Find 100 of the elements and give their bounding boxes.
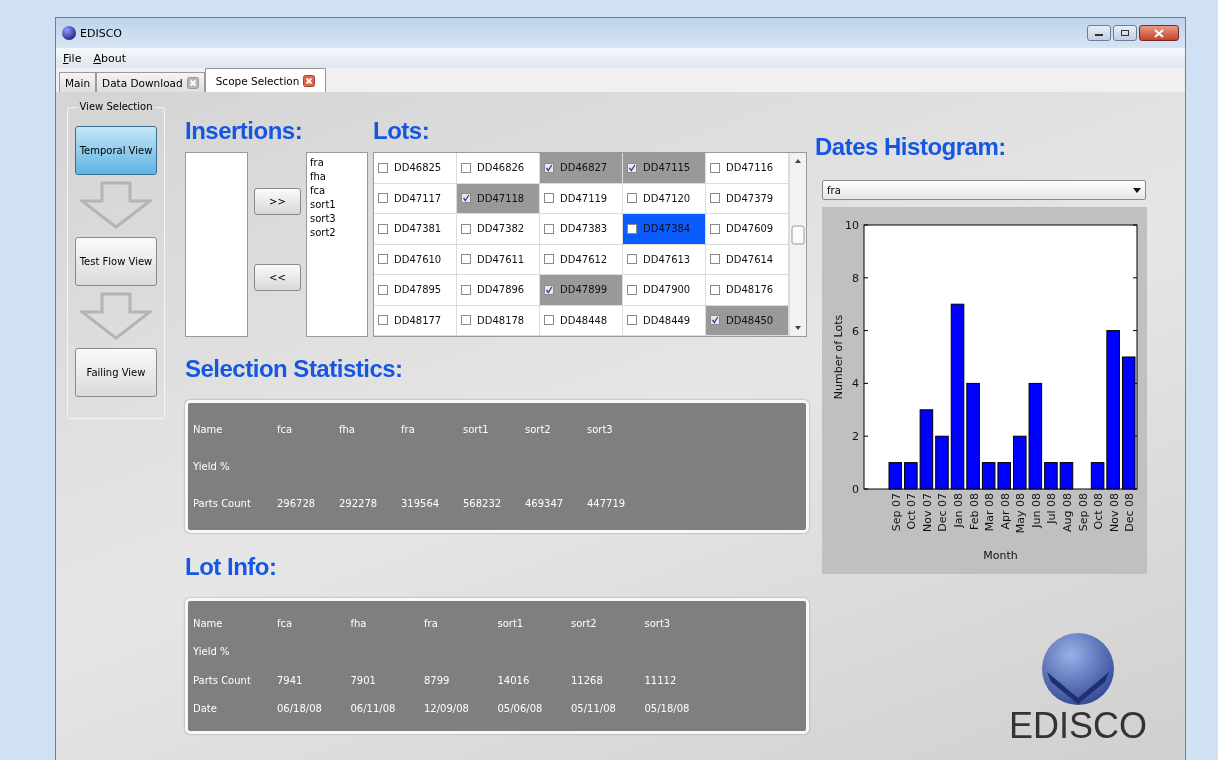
tab[interactable]: Data Download xyxy=(96,72,205,92)
lot-cell[interactable]: DD47899 xyxy=(540,275,623,306)
lot-cell[interactable]: DD48450 xyxy=(706,305,789,336)
tab[interactable]: Main xyxy=(59,72,97,92)
table-cell-text: fha xyxy=(339,424,356,435)
checkbox[interactable] xyxy=(461,284,471,295)
minimize-button[interactable] xyxy=(1087,25,1111,41)
table-cell-text: 7941 xyxy=(277,674,304,686)
scrollbar[interactable] xyxy=(789,153,806,336)
list-item[interactable]: fca xyxy=(310,184,364,198)
table-cell-text: fca xyxy=(277,617,294,629)
lot-cell[interactable]: DD47115 xyxy=(623,153,706,184)
table-cell-text: sort3 xyxy=(587,424,614,435)
checkbox[interactable] xyxy=(378,162,388,173)
table-cell-text: sort1 xyxy=(463,424,490,435)
x-tick-label: Mar 08 xyxy=(983,493,997,532)
checkbox[interactable] xyxy=(378,193,388,204)
list-item[interactable]: sort3 xyxy=(310,212,364,226)
lot-cell[interactable]: DD47384 xyxy=(623,214,706,245)
view-button[interactable]: Failing View xyxy=(75,348,157,397)
checkbox[interactable] xyxy=(461,254,471,265)
maximize-icon xyxy=(1120,29,1130,37)
row-header: Yield % xyxy=(193,646,231,658)
close-icon[interactable] xyxy=(303,74,316,87)
view-button[interactable]: Test Flow View xyxy=(75,237,157,286)
section-title: Lot Info: xyxy=(185,552,278,582)
checkbox[interactable] xyxy=(710,162,720,173)
checkbox[interactable] xyxy=(544,193,554,204)
lot-cell[interactable]: DD47611 xyxy=(457,244,540,275)
checkbox[interactable] xyxy=(378,254,388,265)
table-cell-text: 568232 xyxy=(463,498,503,509)
lot-cell[interactable]: DD48178 xyxy=(457,305,540,336)
checkbox[interactable] xyxy=(710,223,720,234)
y-tick-label: 10 xyxy=(845,219,859,232)
y-tick-label: 2 xyxy=(852,430,859,444)
maximize-button[interactable] xyxy=(1113,25,1137,41)
lot-cell[interactable]: DD48448 xyxy=(540,305,623,336)
close-icon xyxy=(1154,28,1164,38)
menu-item[interactable]: About xyxy=(93,51,126,65)
tab[interactable]: Scope Selection xyxy=(204,68,327,92)
lot-cell[interactable]: DD47613 xyxy=(623,244,706,275)
x-tick-label: Dec 07 xyxy=(936,493,950,532)
lot-cell[interactable]: DD47119 xyxy=(540,183,623,214)
table-cell-text: fra xyxy=(424,617,439,629)
table-cell-text: 05/18/08 xyxy=(644,703,691,715)
sphere-icon xyxy=(62,26,76,40)
checkbox[interactable] xyxy=(544,223,554,234)
checkbox[interactable] xyxy=(461,223,471,234)
close-button[interactable] xyxy=(1139,25,1179,41)
row-header: Date xyxy=(193,703,218,715)
lot-cell[interactable]: DD48177 xyxy=(374,305,457,336)
list-item[interactable]: sort2 xyxy=(310,226,364,240)
remove-button[interactable]: << xyxy=(254,264,301,291)
list-item[interactable]: fra xyxy=(310,156,364,170)
table-cell-text: 11268 xyxy=(571,674,604,686)
checkbox[interactable] xyxy=(710,315,720,326)
checkbox[interactable] xyxy=(627,223,637,234)
section-title: Lots: xyxy=(373,116,431,146)
checkbox[interactable] xyxy=(544,315,554,326)
checkbox[interactable] xyxy=(461,315,471,326)
lot-cell[interactable]: DD47900 xyxy=(623,275,706,306)
checkbox[interactable] xyxy=(544,284,554,295)
menu-item[interactable]: File xyxy=(63,51,82,65)
lot-cell[interactable]: DD46825 xyxy=(374,153,457,184)
lot-cell[interactable]: DD47895 xyxy=(374,275,457,306)
checkbox[interactable] xyxy=(544,162,554,173)
close-icon[interactable] xyxy=(186,76,199,89)
lot-cell[interactable]: DD47118 xyxy=(457,183,540,214)
checkbox[interactable] xyxy=(627,193,637,204)
checkbox[interactable] xyxy=(627,284,637,295)
list-item[interactable]: sort1 xyxy=(310,198,364,212)
lot-cell[interactable]: DD46827 xyxy=(540,153,623,184)
checkbox[interactable] xyxy=(461,162,471,173)
table-cell-text: sort1 xyxy=(497,617,525,629)
checkbox[interactable] xyxy=(627,162,637,173)
add-button[interactable]: >> xyxy=(254,188,301,215)
checkbox[interactable] xyxy=(378,284,388,295)
checkbox[interactable] xyxy=(544,254,554,265)
table-cell-text: 05/11/08 xyxy=(571,703,617,715)
list-box[interactable] xyxy=(185,152,248,337)
checkbox[interactable] xyxy=(461,193,471,204)
checkbox[interactable] xyxy=(378,223,388,234)
checkbox[interactable] xyxy=(710,254,720,265)
y-tick-label: 4 xyxy=(852,377,859,391)
lot-cell[interactable]: DD47382 xyxy=(457,214,540,245)
checkbox[interactable] xyxy=(627,254,637,265)
checkbox[interactable] xyxy=(378,315,388,326)
section-title: Selection Statistics: xyxy=(185,354,404,384)
list-item[interactable]: fha xyxy=(310,170,364,184)
view-button[interactable]: Temporal View xyxy=(75,126,157,175)
lot-cell[interactable]: DD47610 xyxy=(374,244,457,275)
table-cell-text: 8799 xyxy=(424,674,451,686)
checkbox[interactable] xyxy=(710,284,720,295)
window-title: EDISCO xyxy=(80,26,123,40)
lot-cell[interactable]: DD47381 xyxy=(374,214,457,245)
dropdown[interactable]: fra xyxy=(822,180,1146,200)
checkbox[interactable] xyxy=(627,315,637,326)
table-cell-text: 11112 xyxy=(644,674,678,686)
checkbox[interactable] xyxy=(710,193,720,204)
table-cell-text: 319564 xyxy=(401,498,441,509)
